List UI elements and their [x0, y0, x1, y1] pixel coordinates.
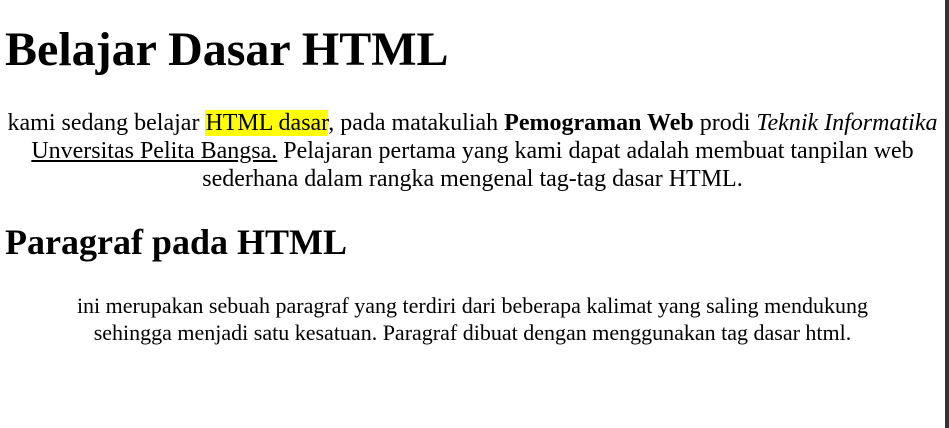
intro-text-line2-rest: Pelajaran pertama yang kami dapat adalah… — [277, 138, 914, 164]
section-line-2: sehingga menjadi satu kesatuan. Paragraf… — [93, 320, 852, 345]
intro-text-mid2: prodi — [693, 110, 757, 136]
intro-line-3: sederhana dalam rangka mengenal tag-tag … — [202, 166, 743, 192]
intro-text-start: kami sedang belajar — [7, 110, 206, 136]
document-page: Belajar Dasar HTML kami sedang belajar H… — [0, 0, 949, 428]
intro-line-1: kami sedang belajar HTML dasar, pada mat… — [0, 109, 945, 137]
italic-program-name: Teknik Informatika — [756, 110, 938, 136]
highlighted-text: HTML dasar — [205, 110, 329, 136]
bold-course-name: Pemograman Web — [504, 110, 694, 136]
intro-text-mid: , pada matakuliah — [328, 110, 505, 136]
section-paragraph: ini merupakan sebuah paragraf yang terdi… — [0, 292, 945, 346]
page-title: Belajar Dasar HTML — [5, 23, 449, 76]
underlined-university: Unversitas Pelita Bangsa. — [31, 138, 278, 164]
section-heading: Paragraf pada HTML — [5, 222, 347, 262]
section-line-1: ini merupakan sebuah paragraf yang terdi… — [76, 293, 869, 318]
intro-line-2: Unversitas Pelita Bangsa. Pelajaran pert… — [0, 137, 945, 165]
intro-paragraph: kami sedang belajar HTML dasar, pada mat… — [0, 109, 945, 193]
